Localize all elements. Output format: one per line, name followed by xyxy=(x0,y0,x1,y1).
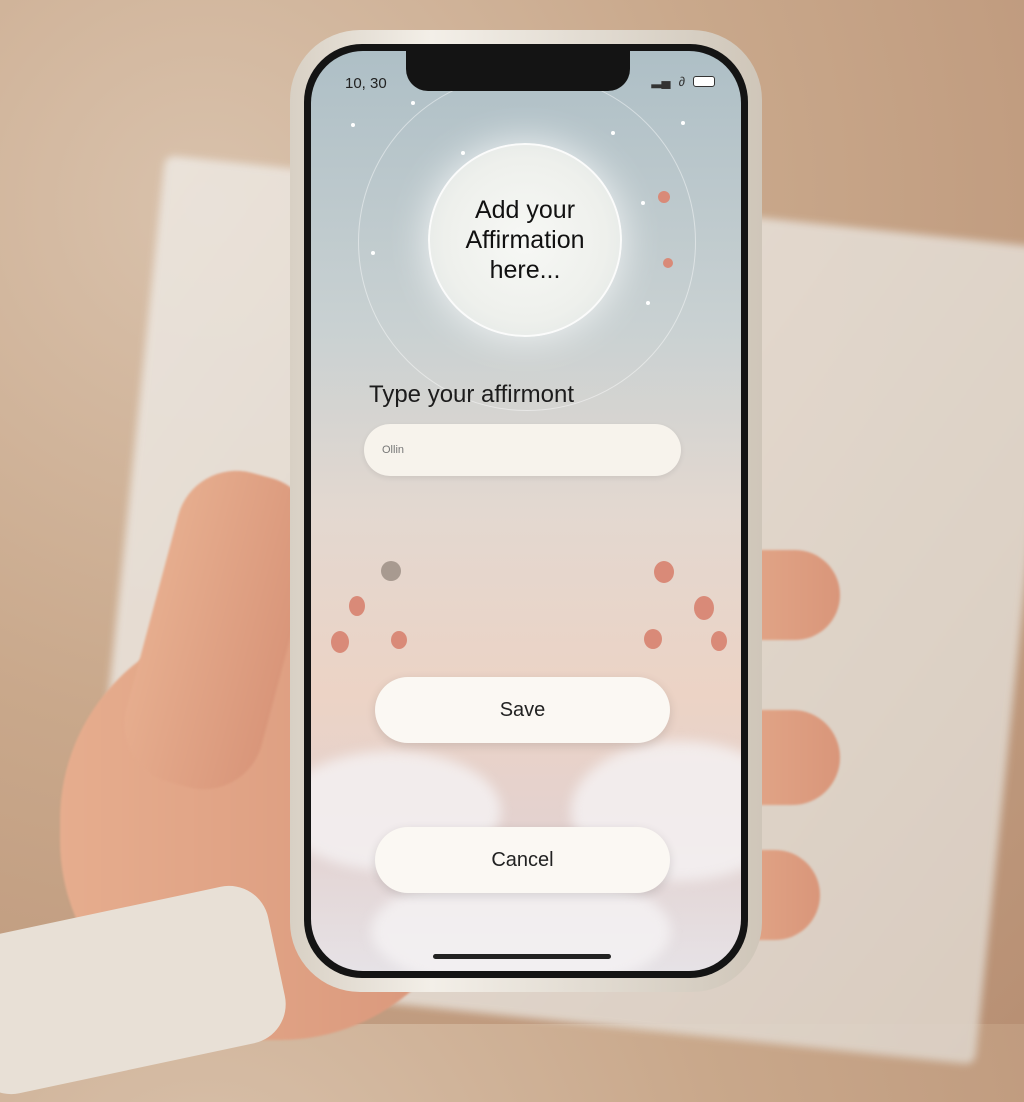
flower-icon xyxy=(663,258,673,268)
sleeve xyxy=(0,878,294,1102)
star-icon xyxy=(461,151,465,155)
flower-icon xyxy=(658,191,670,203)
notch xyxy=(406,51,630,91)
phone-bezel: Add your Affirmation here... 10, 30 ▂▄ ∂… xyxy=(304,44,748,978)
star-icon xyxy=(371,251,375,255)
flower-icon xyxy=(654,561,674,583)
battery-icon xyxy=(693,75,715,87)
star-icon xyxy=(641,201,645,205)
flower-icon xyxy=(381,561,401,581)
flower-icon xyxy=(391,631,407,649)
affirmation-input[interactable]: Ollin xyxy=(364,424,681,476)
wifi-icon: ∂ xyxy=(678,73,685,89)
home-indicator[interactable] xyxy=(433,954,611,959)
affirmation-label: Type your affirmont xyxy=(369,381,574,408)
affirmation-preview-text: Add your Affirmation here... xyxy=(465,196,585,284)
star-icon xyxy=(646,301,650,305)
affirmation-preview: Add your Affirmation here... xyxy=(428,143,622,337)
flower-icon xyxy=(644,629,662,649)
flower-icon xyxy=(331,631,349,653)
phone: Add your Affirmation here... 10, 30 ▂▄ ∂… xyxy=(290,30,762,992)
status-time: 10, 30 xyxy=(345,75,387,92)
app-screen: Add your Affirmation here... 10, 30 ▂▄ ∂… xyxy=(311,51,741,971)
flower-icon xyxy=(349,596,365,616)
star-icon xyxy=(351,123,355,127)
signal-icon: ▂▄ xyxy=(651,73,671,88)
flower-icon xyxy=(711,631,727,651)
star-icon xyxy=(681,121,685,125)
status-icons: ▂▄ ∂ xyxy=(651,73,715,89)
flower-icon xyxy=(694,596,714,620)
star-icon xyxy=(411,101,415,105)
star-icon xyxy=(611,131,615,135)
save-button[interactable]: Save xyxy=(375,677,670,743)
cancel-button[interactable]: Cancel xyxy=(375,827,670,893)
